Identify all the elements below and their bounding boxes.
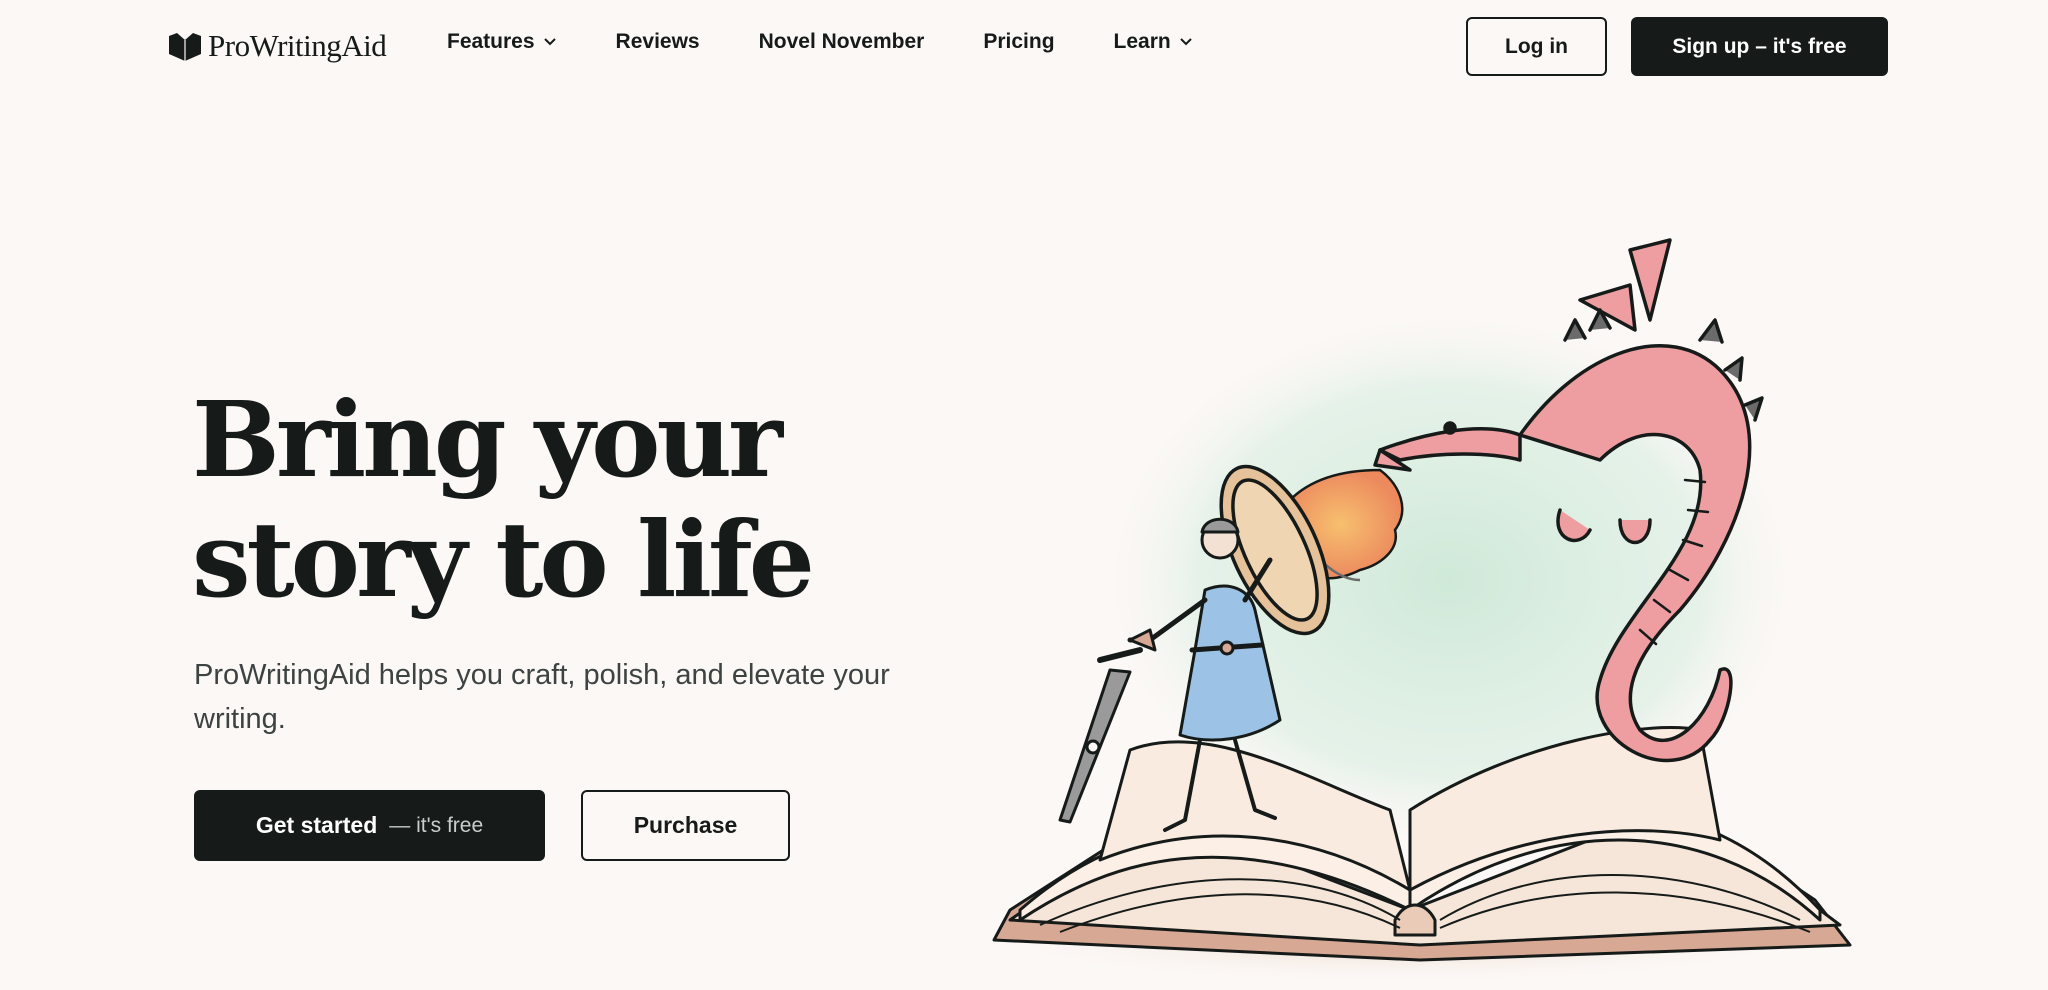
nav-item-label: Features xyxy=(447,30,535,53)
logo-link[interactable]: ProWritingAid xyxy=(168,28,387,64)
hero-subtitle: ProWritingAid helps you craft, polish, a… xyxy=(194,659,890,735)
nav-item-pricing[interactable]: Pricing xyxy=(983,30,1054,54)
hero-title: Bring your story to life xyxy=(192,380,912,620)
login-button[interactable]: Log in xyxy=(1466,17,1607,76)
nav-item-reviews[interactable]: Reviews xyxy=(616,30,700,54)
hero-title-line-2: story to life xyxy=(192,498,815,621)
nav-item-novel-november[interactable]: Novel November xyxy=(759,30,925,54)
get-started-button[interactable]: Get started — it's free xyxy=(194,790,545,861)
signup-button[interactable]: Sign up – it's free xyxy=(1631,17,1888,76)
chevron-down-icon xyxy=(543,38,556,46)
nav-item-label: Novel November xyxy=(758,30,925,53)
hero-title-line-1: Bring your xyxy=(192,378,783,501)
nav-item-label: Learn xyxy=(1113,30,1171,53)
hero-illustration xyxy=(980,238,1852,985)
primary-nav: Features Reviews Novel November Pricing … xyxy=(447,30,1252,54)
page: ProWritingAid Features Reviews Novel Nov… xyxy=(0,0,2048,990)
get-started-free-note: — it's free xyxy=(389,813,484,837)
purchase-button[interactable]: Purchase xyxy=(581,790,790,861)
nav-item-label: Pricing xyxy=(983,30,1055,53)
top-navigation: ProWritingAid Features Reviews Novel Nov… xyxy=(0,0,2048,92)
nav-item-learn[interactable]: Learn xyxy=(1114,30,1193,54)
brand-name: ProWritingAid xyxy=(208,28,387,63)
get-started-label: Get started xyxy=(255,812,378,838)
chevron-down-icon xyxy=(1180,38,1192,46)
book-heart-icon xyxy=(169,33,201,61)
nav-item-features[interactable]: Features xyxy=(447,30,557,54)
nav-item-label: Reviews xyxy=(615,30,700,53)
